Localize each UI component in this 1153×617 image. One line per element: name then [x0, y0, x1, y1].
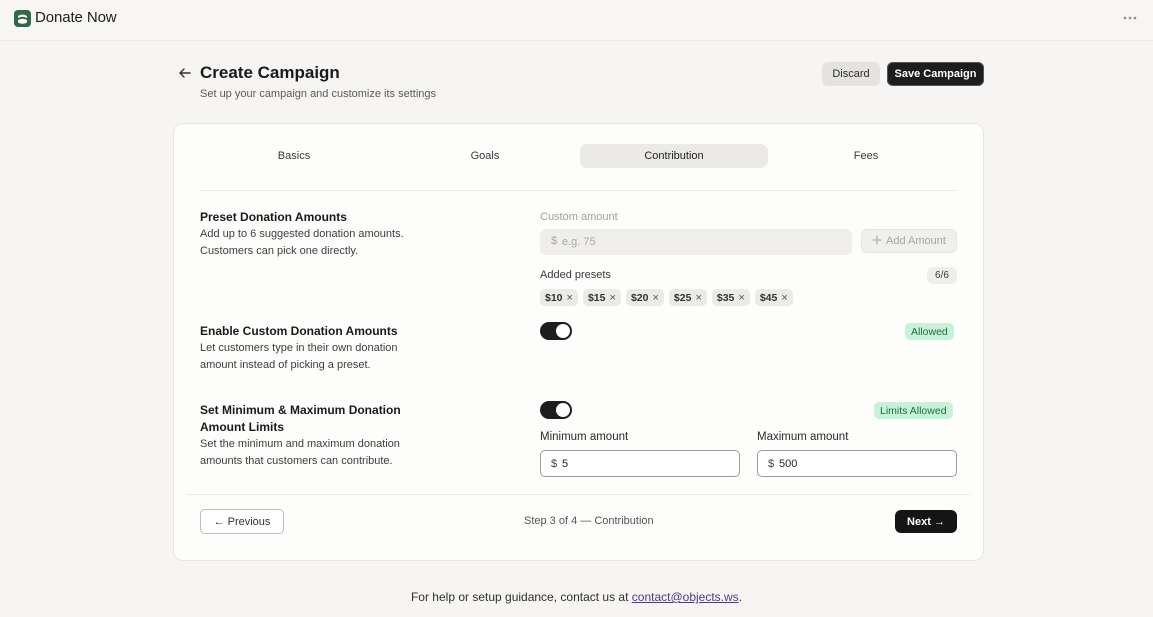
- custom-section-title: Enable Custom Donation Amounts: [200, 324, 398, 338]
- minimum-amount-input[interactable]: [562, 451, 732, 476]
- chip-label: $35: [716, 291, 735, 304]
- currency-prefix: $: [551, 458, 558, 470]
- custom-amount-input-wrapper: $: [540, 229, 852, 255]
- preset-chip: $10 ×: [540, 289, 578, 306]
- add-amount-button[interactable]: Add Amount: [861, 229, 957, 253]
- custom-amount-toggle[interactable]: [540, 322, 572, 340]
- chip-label: $15: [587, 291, 606, 304]
- save-campaign-button[interactable]: Save Campaign: [887, 62, 984, 86]
- remove-chip-icon[interactable]: ×: [567, 292, 573, 304]
- preset-chip: $25 ×: [668, 289, 707, 306]
- page-subtitle: Set up your campaign and customize its s…: [200, 88, 437, 100]
- preset-section-description: Add up to 6 suggested donation amounts. …: [200, 228, 404, 257]
- page-title: Create Campaign: [200, 63, 340, 82]
- maximum-amount-input[interactable]: [779, 451, 949, 476]
- logo-icon: [14, 10, 31, 27]
- help-text: For help or setup guidance, contact us a…: [0, 590, 1153, 604]
- step-indicator: Step 3 of 4 — Contribution: [524, 515, 654, 527]
- maximum-amount-field: $: [757, 450, 957, 477]
- app-title: Donate Now: [35, 9, 117, 26]
- limits-toggle[interactable]: [540, 401, 572, 419]
- preset-chip: $15 ×: [582, 289, 621, 306]
- remove-chip-icon[interactable]: ×: [695, 292, 701, 304]
- custom-status-badge: Allowed: [905, 323, 954, 340]
- preset-count-badge: 6/6: [927, 267, 957, 284]
- chip-label: $10: [545, 291, 563, 304]
- limits-status-badge: Limits Allowed: [874, 402, 953, 419]
- minimum-amount-field: $: [540, 450, 740, 477]
- chip-label: $25: [673, 291, 692, 304]
- custom-section-description: Let customers type in their own donation…: [200, 342, 398, 371]
- chip-label: $45: [759, 291, 778, 304]
- toggle-knob: [556, 324, 570, 338]
- contact-email-link[interactable]: contact@objects.ws: [632, 590, 739, 604]
- tab-contribution[interactable]: Contribution: [580, 144, 768, 168]
- remove-chip-icon[interactable]: ×: [652, 292, 658, 304]
- minimum-amount-label: Minimum amount: [540, 431, 629, 443]
- preset-chip: $45 ×: [754, 289, 793, 306]
- more-options-icon[interactable]: [1122, 10, 1138, 26]
- currency-prefix: $: [768, 458, 775, 470]
- remove-chip-icon[interactable]: ×: [738, 292, 744, 304]
- remove-chip-icon[interactable]: ×: [781, 292, 787, 304]
- preset-chip-list: $10 × $15 × $20 × $25 × $35 × $45 ×: [540, 289, 793, 306]
- limits-section-description: Set the minimum and maximum donation amo…: [200, 438, 400, 467]
- chip-label: $20: [630, 291, 649, 304]
- tab-divider: [200, 190, 957, 191]
- help-suffix: .: [738, 590, 743, 604]
- tab-basics[interactable]: Basics: [200, 144, 388, 168]
- currency-prefix: $: [551, 235, 558, 247]
- limits-section-title: Set Minimum & Maximum Donation Amount Li…: [200, 403, 401, 434]
- preset-chip: $35 ×: [711, 289, 750, 306]
- campaign-form-card: Basics Goals Contribution Fees Preset Do…: [173, 123, 984, 561]
- help-message: For help or setup guidance, contact us a…: [410, 590, 629, 604]
- footer-divider: [186, 494, 971, 495]
- maximum-amount-label: Maximum amount: [757, 431, 849, 443]
- back-arrow-icon[interactable]: [177, 65, 193, 81]
- previous-button[interactable]: ← Previous: [200, 509, 284, 534]
- custom-amount-input[interactable]: [562, 229, 842, 255]
- discard-button[interactable]: Discard: [822, 62, 880, 86]
- preset-chip: $20 ×: [625, 289, 664, 306]
- next-button[interactable]: Next →: [895, 510, 957, 533]
- tab-fees[interactable]: Fees: [772, 144, 960, 168]
- add-amount-label: Add Amount: [886, 235, 946, 247]
- plus-icon: [872, 234, 882, 248]
- preset-section-title: Preset Donation Amounts: [200, 210, 347, 224]
- remove-chip-icon[interactable]: ×: [610, 292, 616, 304]
- added-presets-label: Added presets: [540, 269, 611, 281]
- tab-goals[interactable]: Goals: [391, 144, 579, 168]
- custom-amount-label: Custom amount: [540, 211, 618, 223]
- top-bar: Donate Now: [0, 0, 1153, 41]
- toggle-knob: [556, 403, 570, 417]
